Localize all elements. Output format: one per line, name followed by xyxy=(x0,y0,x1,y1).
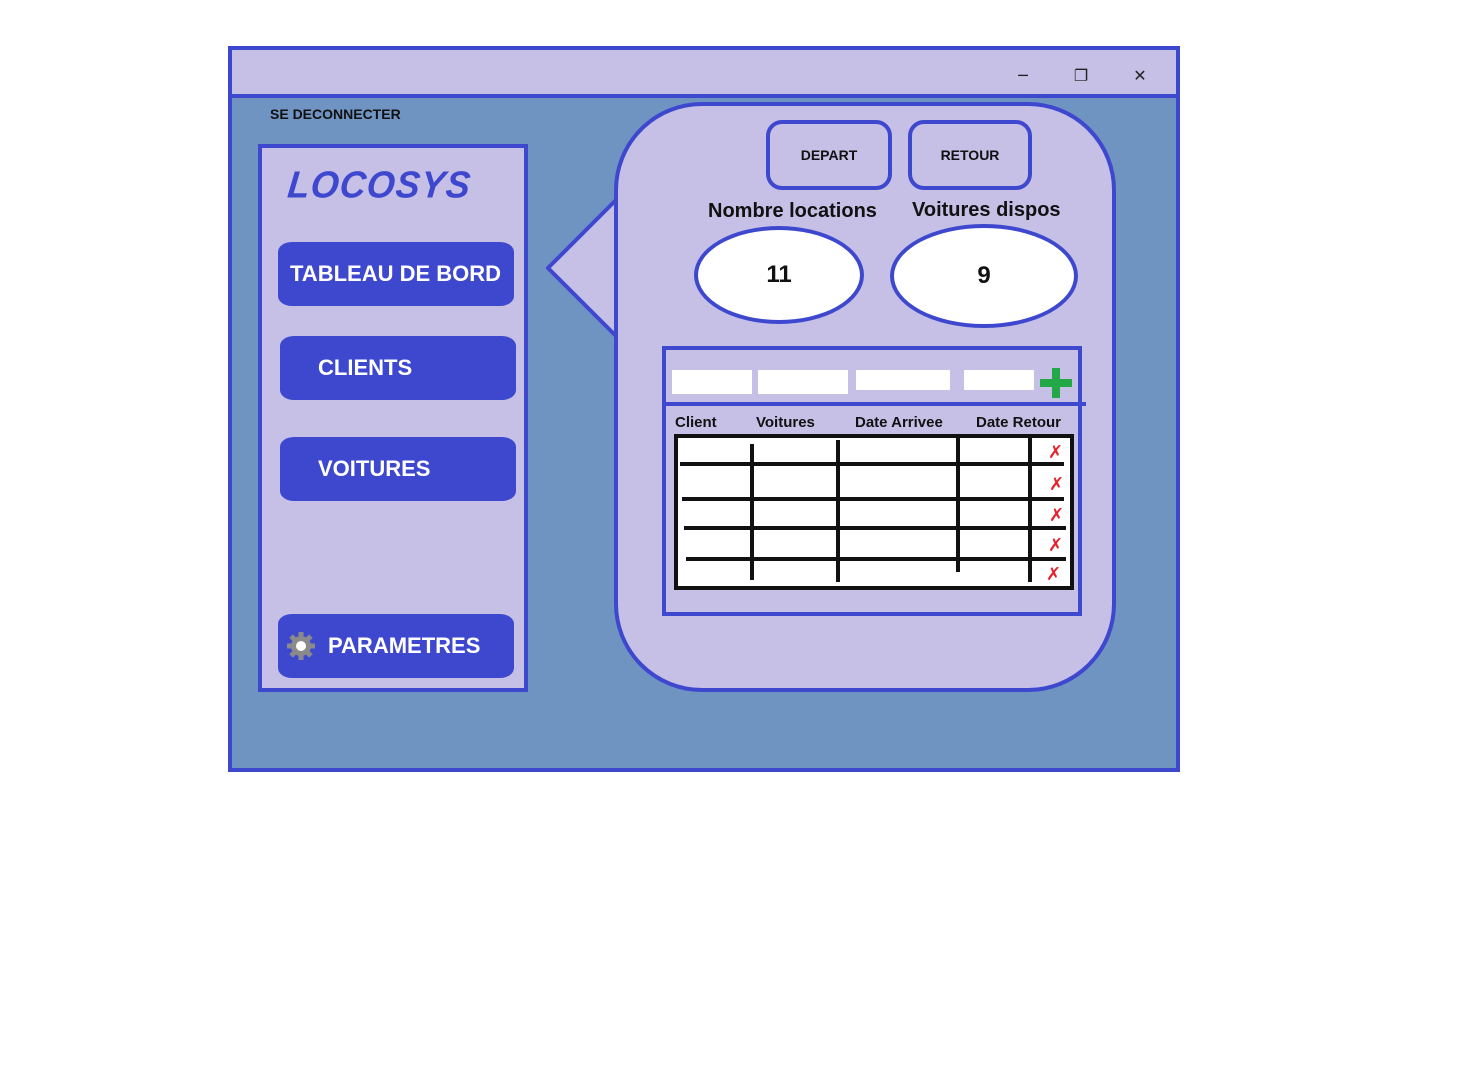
delete-row-icon[interactable]: ✗ xyxy=(1048,444,1063,462)
gear-icon xyxy=(286,631,316,661)
minimize-icon[interactable]: ─ xyxy=(1008,60,1038,90)
column-header-voitures: Voitures xyxy=(756,414,815,431)
nav-label: CLIENTS xyxy=(318,355,413,380)
filter-date-retour-input[interactable] xyxy=(964,370,1034,390)
settings-label: PARAMETRES xyxy=(328,633,481,658)
cars-value: 9 xyxy=(977,262,991,289)
delete-row-icon[interactable]: ✗ xyxy=(1049,476,1064,494)
locations-label: Nombre locations xyxy=(708,200,877,222)
nav-tableau-de-bord-button[interactable]: TABLEAU DE BORD xyxy=(278,242,514,306)
bubble-pointer xyxy=(546,198,622,340)
column-line xyxy=(836,440,840,582)
depart-button[interactable]: DEPART xyxy=(766,120,892,190)
locations-value: 11 xyxy=(766,261,792,288)
cars-label: Voitures dispos xyxy=(912,199,1061,221)
panel-divider xyxy=(662,402,1086,406)
locations-grid: ✗ ✗ ✗ ✗ ✗ xyxy=(674,434,1074,590)
app-window: ─ ❐ ✕ SE DECONNECTER LOCOSYS TABLEAU DE … xyxy=(228,46,1180,772)
locations-count: 11 xyxy=(694,226,864,324)
nav-label: VOITURES xyxy=(318,456,431,481)
settings-button[interactable]: PARAMETRES xyxy=(278,614,514,678)
nav-voitures-button[interactable]: VOITURES xyxy=(280,437,516,501)
column-header-date-arrivee: Date Arrivee xyxy=(855,414,943,431)
logout-link[interactable]: SE DECONNECTER xyxy=(270,106,401,122)
column-line xyxy=(750,444,754,580)
cars-count: 9 xyxy=(890,224,1078,328)
retour-label: RETOUR xyxy=(940,147,1000,163)
retour-button[interactable]: RETOUR xyxy=(908,120,1032,190)
column-line xyxy=(1028,438,1032,582)
depart-label: DEPART xyxy=(800,147,858,163)
delete-row-icon[interactable]: ✗ xyxy=(1048,537,1063,555)
row-line xyxy=(684,526,1066,530)
column-header-date-retour: Date Retour xyxy=(976,414,1062,431)
filter-voitures-input[interactable] xyxy=(758,370,848,394)
column-header-client: Client xyxy=(675,414,717,431)
row-line xyxy=(680,462,1064,466)
locations-table-panel: Client Voitures Date Arrivee Date Retour… xyxy=(662,346,1086,616)
filter-date-arrivee-input[interactable] xyxy=(856,370,950,390)
close-icon[interactable]: ✕ xyxy=(1125,60,1155,90)
nav-label: TABLEAU DE BORD xyxy=(290,261,502,286)
column-line xyxy=(956,438,960,572)
filter-client-input[interactable] xyxy=(672,370,752,394)
restore-icon[interactable]: ❐ xyxy=(1066,60,1096,90)
nav-clients-button[interactable]: CLIENTS xyxy=(280,336,516,400)
sidebar: LOCOSYS TABLEAU DE BORD CLIENTS VOITURES xyxy=(258,144,528,692)
app-logo: LOCOSYS xyxy=(285,162,474,206)
delete-row-icon[interactable]: ✗ xyxy=(1049,507,1064,525)
row-line xyxy=(686,557,1066,561)
plus-icon[interactable] xyxy=(1038,366,1074,400)
delete-row-icon[interactable]: ✗ xyxy=(1046,566,1061,584)
row-line xyxy=(682,497,1064,501)
title-bar: ─ ❐ ✕ xyxy=(232,50,1176,98)
